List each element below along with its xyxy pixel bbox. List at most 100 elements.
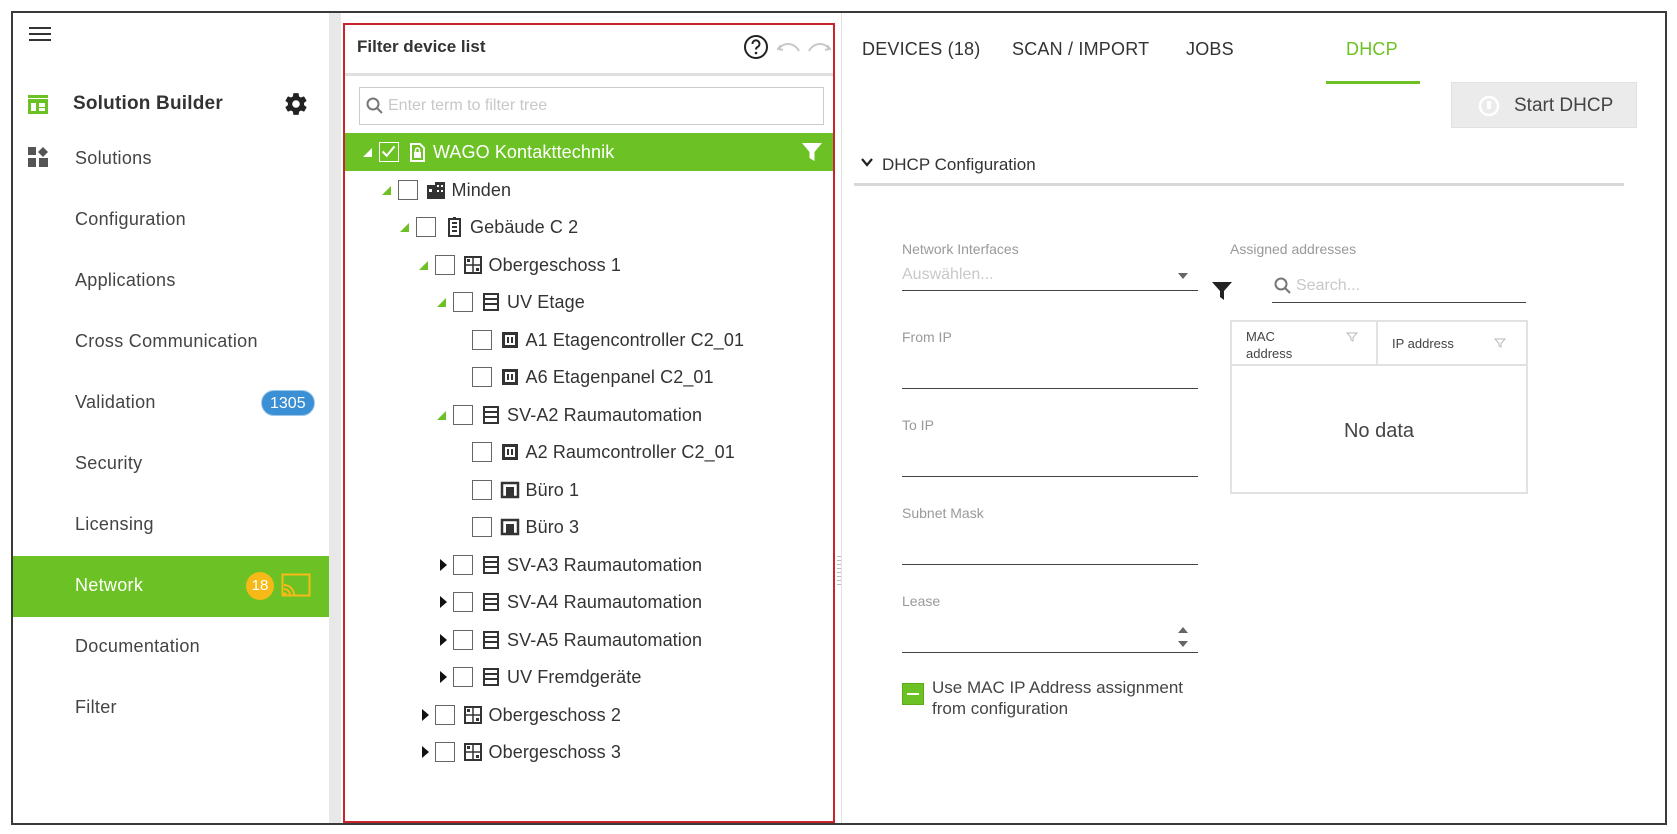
tab-dhcp[interactable]: DHCP: [1346, 39, 1398, 60]
sidebar-item-configuration[interactable]: Configuration: [13, 190, 329, 251]
tree-node-label: SV-A5 Raumautomation: [507, 629, 703, 650]
column-header-mac[interactable]: MAC address: [1232, 322, 1378, 366]
tree-node[interactable]: Minden: [345, 171, 833, 209]
tree-filter-input[interactable]: [388, 94, 808, 118]
tree-node-checkbox[interactable]: [379, 142, 399, 162]
collapsed-arrow-icon[interactable]: [437, 633, 449, 647]
tree-node[interactable]: A1 Etagencontroller C2_01: [345, 321, 833, 359]
expanded-arrow-icon[interactable]: [398, 220, 410, 234]
tab-scan-import[interactable]: SCAN / IMPORT: [1012, 39, 1149, 60]
tree-node-checkbox[interactable]: [453, 292, 473, 312]
sidebar-item-documentation[interactable]: Documentation: [13, 617, 329, 678]
tree-node-checkbox[interactable]: [434, 254, 455, 275]
sidebar-item-validation[interactable]: Validation 1305: [13, 373, 329, 434]
hamburger-menu-icon[interactable]: [29, 23, 51, 45]
tree-node[interactable]: Obergeschoss 2: [345, 696, 833, 734]
tree-panel-title: Filter device list: [357, 37, 486, 56]
column-filter-icon[interactable]: [1494, 338, 1506, 348]
tree-node-checkbox[interactable]: [453, 667, 473, 687]
network-interfaces-input[interactable]: [902, 261, 1198, 289]
collapsed-arrow-icon[interactable]: [419, 708, 431, 722]
expanded-arrow-icon[interactable]: [435, 295, 447, 309]
gear-icon[interactable]: [283, 91, 309, 117]
tree-node-label: Büro 3: [525, 517, 580, 537]
sidebar-item-applications[interactable]: Applications: [13, 251, 329, 312]
tree-node-label: WAGO Kontakttechnik: [433, 142, 615, 162]
collapsed-arrow-icon[interactable]: [437, 558, 449, 572]
tree-node-checkbox[interactable]: [453, 554, 473, 575]
tree-node[interactable]: SV-A5 Raumautomation: [345, 621, 833, 659]
from-ip-field[interactable]: [902, 359, 1198, 389]
lease-input[interactable]: [902, 623, 1198, 651]
sidebar-item-licensing[interactable]: Licensing: [13, 495, 329, 556]
assigned-addresses-table: MAC address IP address No data: [1230, 320, 1528, 494]
tree-node[interactable]: SV-A2 Raumautomation: [345, 396, 833, 434]
filter-icon[interactable]: [801, 141, 823, 163]
tree-node-checkbox[interactable]: [434, 742, 455, 762]
expanded-arrow-icon[interactable]: [417, 258, 429, 272]
sidebar-item-security[interactable]: Security: [13, 434, 329, 495]
expanded-arrow-icon[interactable]: [361, 145, 373, 159]
tree-root-node[interactable]: WAGO Kontakttechnik: [345, 133, 833, 171]
from-ip-input[interactable]: [902, 359, 1198, 387]
tab-jobs[interactable]: JOBS: [1186, 39, 1234, 60]
tree-node[interactable]: A6 Etagenpanel C2_01: [345, 358, 833, 396]
collapsed-arrow-icon[interactable]: [437, 595, 449, 609]
assigned-search-input[interactable]: [1296, 273, 1520, 299]
tree-header-divider: [345, 73, 833, 76]
spin-down-icon[interactable]: [1178, 641, 1188, 647]
tree-node[interactable]: Gebäude C 2: [345, 208, 833, 246]
tree-node-checkbox[interactable]: [397, 179, 418, 200]
tree-node[interactable]: UV Etage: [345, 283, 833, 321]
column-label: MAC address: [1246, 329, 1293, 361]
tree-node-checkbox[interactable]: [471, 517, 492, 537]
collapsed-arrow-icon[interactable]: [419, 745, 431, 759]
sidebar-item-filter[interactable]: Filter: [13, 678, 329, 739]
tree-node-checkbox[interactable]: [453, 629, 473, 650]
assigned-search: [1272, 269, 1526, 303]
expanded-arrow-icon[interactable]: [380, 183, 392, 197]
start-dhcp-button[interactable]: Start DHCP: [1451, 82, 1637, 128]
tree-node-checkbox[interactable]: [471, 367, 492, 387]
spin-up-icon[interactable]: [1178, 627, 1188, 633]
tree-node-checkbox[interactable]: [416, 217, 436, 237]
tree-node-checkbox[interactable]: [453, 592, 473, 612]
tree-node[interactable]: SV-A3 Raumautomation: [345, 546, 833, 584]
tree-node-checkbox[interactable]: [434, 704, 455, 725]
sidebar-item-cross-communication[interactable]: Cross Communication: [13, 312, 329, 373]
floor-plan-icon: [463, 255, 482, 274]
dhcp-configuration-header[interactable]: DHCP Configuration: [854, 145, 1624, 185]
tree-node[interactable]: Obergeschoss 1: [345, 246, 833, 284]
tree-node[interactable]: A2 Raumcontroller C2_01: [345, 433, 833, 471]
redo-icon[interactable]: [807, 39, 831, 57]
lease-stepper[interactable]: [902, 623, 1198, 653]
tree-node[interactable]: Büro 3: [345, 508, 833, 546]
undo-icon[interactable]: [777, 39, 801, 57]
to-ip-field[interactable]: [902, 447, 1198, 477]
tree-node[interactable]: UV Fremdgeräte: [345, 658, 833, 696]
tree-node-checkbox[interactable]: [471, 479, 492, 500]
collapsed-arrow-icon[interactable]: [437, 670, 449, 684]
sidebar-item-solutions[interactable]: Solutions: [13, 129, 329, 190]
sidebar-item-label: Cross Communication: [75, 331, 258, 351]
tree-node[interactable]: SV-A4 Raumautomation: [345, 583, 833, 621]
mac-assignment-checkbox[interactable]: [902, 683, 924, 705]
help-icon[interactable]: [743, 34, 769, 60]
sidebar-item-label: Filter: [75, 697, 117, 717]
tab-devices[interactable]: DEVICES (18): [862, 39, 980, 60]
chevron-down-icon: [861, 158, 873, 167]
subnet-mask-field[interactable]: [902, 535, 1198, 565]
tree-node-checkbox[interactable]: [471, 329, 492, 350]
filter-icon[interactable]: [1210, 279, 1234, 303]
subnet-mask-input[interactable]: [902, 535, 1198, 563]
to-ip-input[interactable]: [902, 447, 1198, 475]
column-filter-icon[interactable]: [1346, 332, 1358, 342]
tree-node-checkbox[interactable]: [453, 404, 473, 425]
expanded-arrow-icon[interactable]: [435, 408, 447, 422]
tree-node[interactable]: Büro 1: [345, 471, 833, 509]
tree-node[interactable]: Obergeschoss 3: [345, 733, 833, 771]
cabinet-icon: [483, 405, 499, 424]
sidebar-item-network[interactable]: Network 18: [13, 556, 329, 617]
tree-node-checkbox[interactable]: [471, 442, 492, 462]
network-interfaces-select[interactable]: [902, 261, 1198, 291]
